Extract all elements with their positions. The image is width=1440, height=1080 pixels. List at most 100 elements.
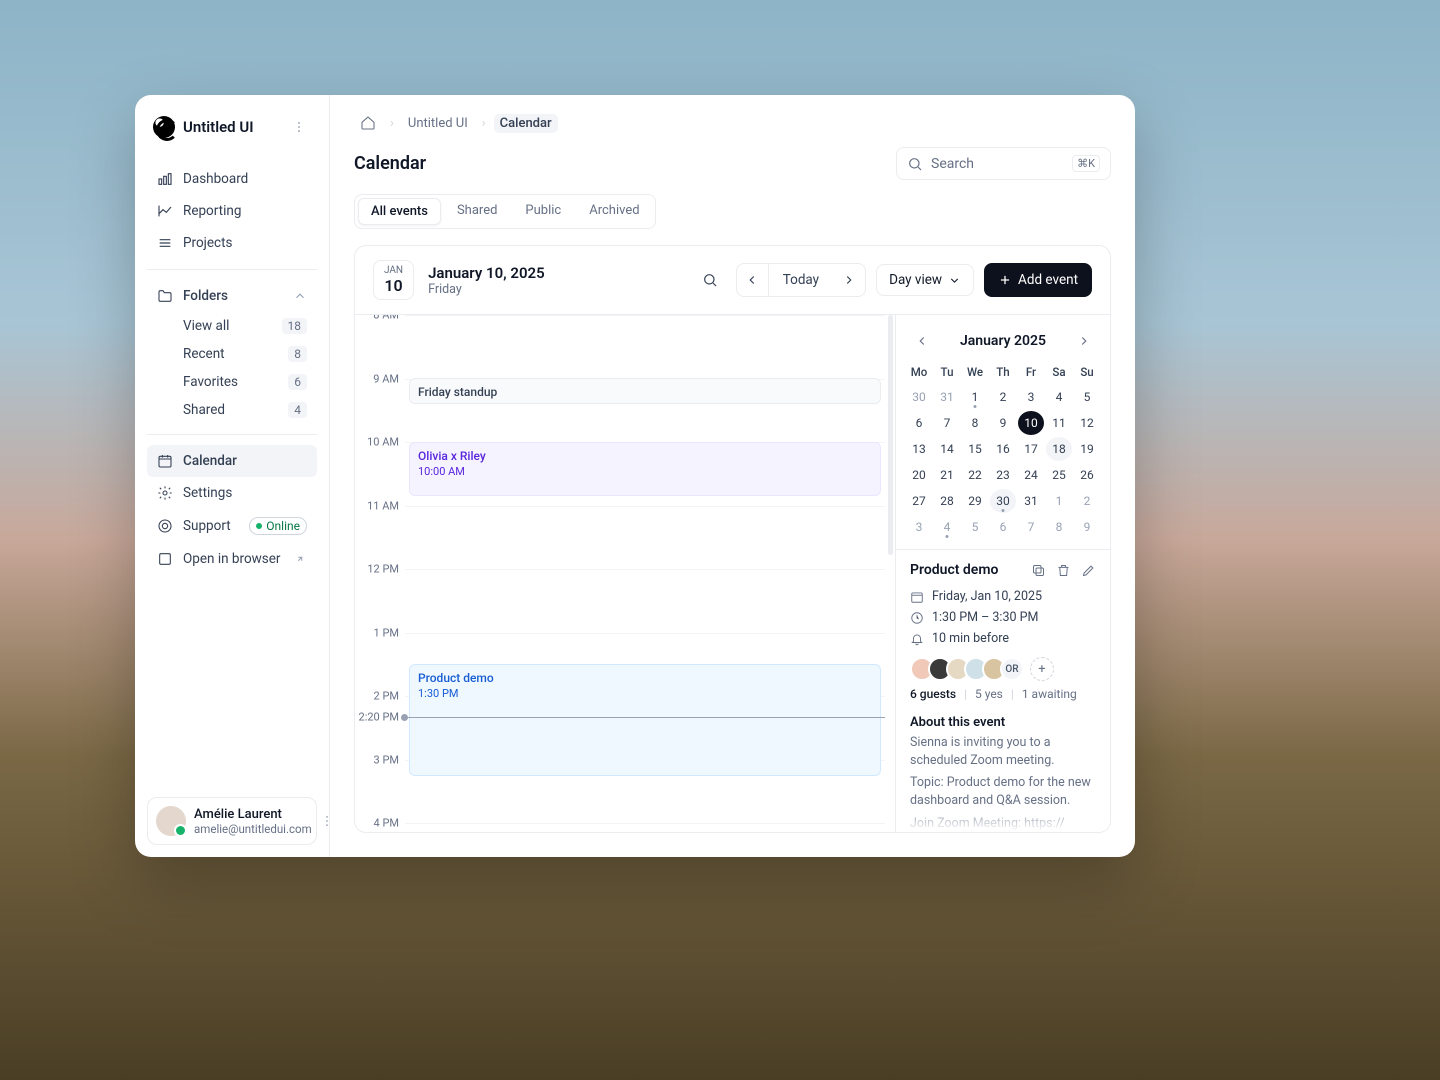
prev-day-button[interactable] xyxy=(737,264,769,296)
mini-day[interactable]: 16 xyxy=(990,437,1016,461)
add-guest-button[interactable]: + xyxy=(1030,657,1054,681)
mini-day[interactable]: 2 xyxy=(990,385,1016,409)
edit-event-button[interactable] xyxy=(1081,563,1096,578)
mini-day[interactable]: 9 xyxy=(990,411,1016,435)
mini-day[interactable]: 27 xyxy=(906,489,932,513)
mini-day[interactable]: 30 xyxy=(906,385,932,409)
nav-label: Calendar xyxy=(183,453,237,469)
mini-day[interactable]: 23 xyxy=(990,463,1016,487)
mini-day[interactable]: 30 xyxy=(990,489,1016,513)
nav-open-browser[interactable]: Open in browser xyxy=(147,543,317,575)
mini-day[interactable]: 2 xyxy=(1074,489,1100,513)
tab-archived[interactable]: Archived xyxy=(577,198,651,225)
event-date: Friday, Jan 10, 2025 xyxy=(932,589,1042,604)
nav-label: Reporting xyxy=(183,203,241,219)
mini-day[interactable]: 20 xyxy=(906,463,932,487)
mini-day[interactable]: 28 xyxy=(934,489,960,513)
mini-day[interactable]: 6 xyxy=(990,515,1016,539)
bar-chart-icon xyxy=(157,171,173,187)
mini-dow: Th xyxy=(990,361,1016,383)
sidebar-more-button[interactable] xyxy=(287,115,311,139)
mini-day[interactable]: 8 xyxy=(962,411,988,435)
tab-shared[interactable]: Shared xyxy=(445,198,509,225)
nav-settings[interactable]: Settings xyxy=(147,477,317,509)
logo-mark-icon xyxy=(153,116,175,138)
breadcrumb-current: Calendar xyxy=(494,114,558,133)
about-text: Sienna is inviting you to a scheduled Zo… xyxy=(910,734,1096,770)
nav-support[interactable]: Support Online xyxy=(147,509,317,543)
tab-all-events[interactable]: All events xyxy=(358,198,441,225)
copy-event-button[interactable] xyxy=(1031,563,1046,578)
mini-day[interactable]: 17 xyxy=(1018,437,1044,461)
mini-dow: Su xyxy=(1074,361,1100,383)
date-chip: JAN 10 xyxy=(373,260,414,300)
mini-day[interactable]: 1 xyxy=(1046,489,1072,513)
mini-day[interactable]: 13 xyxy=(906,437,932,461)
nav-calendar[interactable]: Calendar xyxy=(147,445,317,477)
mini-day[interactable]: 31 xyxy=(1018,489,1044,513)
mini-prev-month[interactable] xyxy=(910,329,934,353)
day-timeline[interactable]: 8 AM9 AM10 AM11 AM12 PM1 PM2 PM3 PM4 PM2… xyxy=(355,315,895,832)
nav-projects[interactable]: Projects xyxy=(147,227,317,259)
user-card[interactable]: Amélie Laurent amelie@untitledui.com xyxy=(147,797,317,845)
today-button[interactable]: Today xyxy=(769,264,833,296)
gridline xyxy=(405,569,885,570)
folders-header[interactable]: Folders xyxy=(147,280,317,312)
timeline-event[interactable]: Friday standup xyxy=(409,378,881,404)
mini-day[interactable]: 25 xyxy=(1046,463,1072,487)
mini-day[interactable]: 3 xyxy=(1018,385,1044,409)
timeline-event[interactable]: Olivia x Riley10:00 AM xyxy=(409,442,881,496)
mini-day[interactable]: 26 xyxy=(1074,463,1100,487)
delete-event-button[interactable] xyxy=(1056,563,1071,578)
brand-logo[interactable]: Untitled UI xyxy=(153,116,254,138)
mini-day[interactable]: 9 xyxy=(1074,515,1100,539)
mini-day[interactable]: 15 xyxy=(962,437,988,461)
mini-day[interactable]: 24 xyxy=(1018,463,1044,487)
main: › Untitled UI › Calendar Calendar Search… xyxy=(330,95,1135,857)
nav-reporting[interactable]: Reporting xyxy=(147,195,317,227)
folder-item[interactable]: Recent8 xyxy=(147,340,317,368)
panel-search-button[interactable] xyxy=(694,264,726,296)
search-input[interactable]: Search ⌘K xyxy=(896,147,1111,180)
mini-day[interactable]: 1 xyxy=(962,385,988,409)
mini-day[interactable]: 10 xyxy=(1018,411,1044,435)
mini-day[interactable]: 18 xyxy=(1046,437,1072,461)
hour-label: 12 PM xyxy=(367,563,399,576)
sidebar: Untitled UI Dashboard Reporting Projects xyxy=(135,95,330,857)
nav-dashboard[interactable]: Dashboard xyxy=(147,163,317,195)
breadcrumb-org[interactable]: Untitled UI xyxy=(402,114,474,133)
mini-day[interactable]: 21 xyxy=(934,463,960,487)
folder-item[interactable]: Favorites6 xyxy=(147,368,317,396)
folders-label: Folders xyxy=(183,288,228,304)
mini-day[interactable]: 31 xyxy=(934,385,960,409)
mini-day[interactable]: 4 xyxy=(934,515,960,539)
timeline-event[interactable]: Product demo1:30 PM xyxy=(409,664,881,776)
breadcrumb-home[interactable] xyxy=(354,113,382,133)
tab-public[interactable]: Public xyxy=(513,198,573,225)
mini-next-month[interactable] xyxy=(1072,329,1096,353)
mini-day[interactable]: 29 xyxy=(962,489,988,513)
mini-day[interactable]: 22 xyxy=(962,463,988,487)
arrow-left-icon xyxy=(745,273,759,287)
nav-label: Open in browser xyxy=(183,551,281,567)
mini-day[interactable]: 12 xyxy=(1074,411,1100,435)
view-select-label: Day view xyxy=(889,272,942,288)
nav-label: Support xyxy=(183,518,231,534)
mini-day[interactable]: 19 xyxy=(1074,437,1100,461)
add-event-button[interactable]: Add event xyxy=(984,263,1092,297)
view-select[interactable]: Day view xyxy=(876,264,974,296)
mini-day[interactable]: 7 xyxy=(1018,515,1044,539)
folder-item[interactable]: Shared4 xyxy=(147,396,317,424)
mini-day[interactable]: 5 xyxy=(1074,385,1100,409)
mini-day[interactable]: 5 xyxy=(962,515,988,539)
mini-day[interactable]: 14 xyxy=(934,437,960,461)
mini-day[interactable]: 7 xyxy=(934,411,960,435)
mini-day[interactable]: 4 xyxy=(1046,385,1072,409)
folder-item[interactable]: View all18 xyxy=(147,312,317,340)
mini-day[interactable]: 11 xyxy=(1046,411,1072,435)
mini-day[interactable]: 3 xyxy=(906,515,932,539)
scrollbar-thumb[interactable] xyxy=(888,315,893,555)
mini-day[interactable]: 8 xyxy=(1046,515,1072,539)
mini-day[interactable]: 6 xyxy=(906,411,932,435)
next-day-button[interactable] xyxy=(833,264,865,296)
